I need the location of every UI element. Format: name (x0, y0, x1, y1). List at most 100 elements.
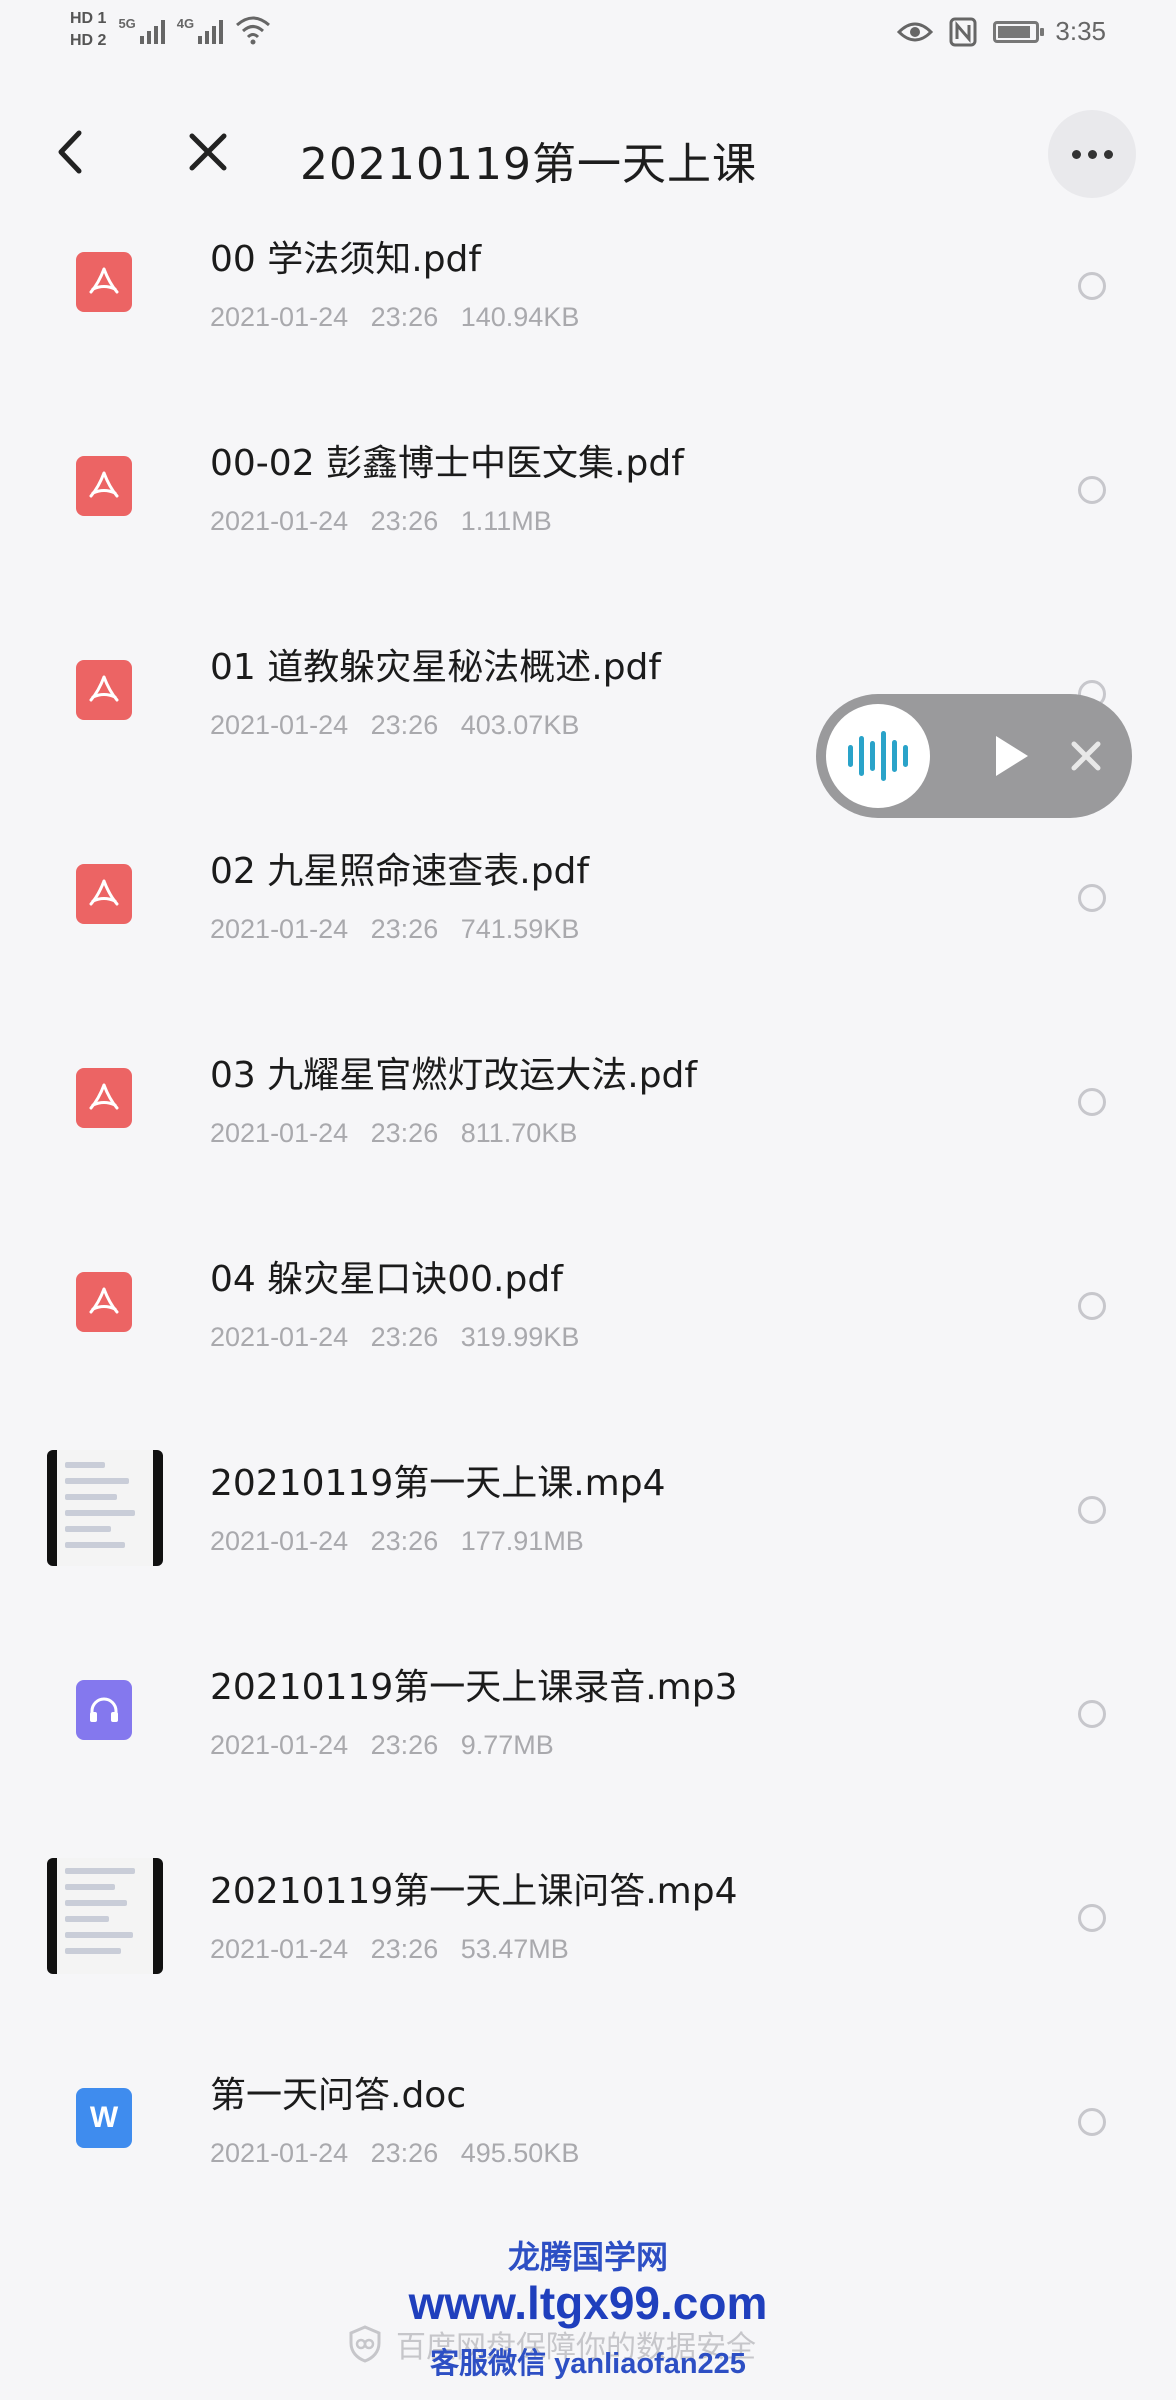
file-name: 02 九星照命速查表.pdf (210, 851, 590, 892)
video-thumbnail (47, 1858, 163, 1974)
video-thumbnail (47, 1450, 163, 1566)
file-time: 23:26 (370, 2138, 439, 2168)
file-date: 2021-01-24 (210, 506, 349, 536)
file-size: 9.77MB (460, 1730, 554, 1760)
signal-icon (139, 16, 165, 44)
file-row[interactable]: 04 躲灾星口诀00.pdf 2021-01-24 23:26 319.99KB (0, 1230, 1176, 1434)
more-dot (1103, 149, 1113, 159)
hd2-label: HD 2 (70, 32, 107, 49)
file-date: 2021-01-24 (210, 1322, 349, 1352)
file-size: 177.91MB (460, 1526, 584, 1556)
back-button[interactable] (40, 122, 100, 182)
file-time: 23:26 (370, 914, 439, 944)
close-icon[interactable] (1064, 734, 1108, 778)
select-radio[interactable] (1078, 1904, 1106, 1932)
pdf-icon (76, 660, 132, 720)
file-size: 403.07KB (460, 710, 580, 740)
clock: 3:35 (1055, 16, 1106, 46)
pdf-icon (76, 252, 132, 312)
file-row[interactable]: 03 九耀星官燃灯改运大法.pdf 2021-01-24 23:26 811.7… (0, 1026, 1176, 1230)
file-row[interactable]: 20210119第一天上课问答.mp4 2021-01-24 23:26 53.… (0, 1842, 1176, 2046)
select-radio[interactable] (1078, 884, 1106, 912)
file-size: 140.94KB (460, 302, 580, 332)
file-size: 53.47MB (460, 1934, 569, 1964)
file-date: 2021-01-24 (210, 1934, 349, 1964)
more-dot (1071, 149, 1081, 159)
chevron-left-icon (58, 130, 82, 174)
file-time: 23:26 (370, 1526, 439, 1556)
watermark-contact: 客服微信 yanliaofan225 (430, 2348, 746, 2380)
eye-icon (897, 22, 934, 41)
select-radio[interactable] (1078, 1496, 1106, 1524)
file-name: 00-02 彭鑫博士中医文集.pdf (210, 443, 684, 484)
file-size: 319.99KB (460, 1322, 580, 1352)
status-left: HD 1 HD 2 5G 4G (70, 10, 271, 50)
file-name: 04 躲灾星口诀00.pdf (210, 1259, 563, 1300)
file-meta: 2021-01-24 23:26 741.59KB (210, 914, 579, 945)
select-radio[interactable] (1078, 272, 1106, 300)
audio-wave-icon[interactable] (826, 704, 930, 808)
file-size: 1.11MB (460, 506, 552, 536)
nfc-icon (949, 17, 977, 46)
select-radio[interactable] (1078, 476, 1106, 504)
status-bar: HD 1 HD 2 5G 4G 3:35 (0, 0, 1176, 70)
file-date: 2021-01-24 (210, 914, 349, 944)
file-time: 23:26 (370, 1118, 439, 1148)
file-row[interactable]: 00-02 彭鑫博士中医文集.pdf 2021-01-24 23:26 1.11… (0, 414, 1176, 618)
close-button[interactable] (178, 122, 238, 182)
file-name: 20210119第一天上课.mp4 (210, 1463, 666, 1504)
more-button[interactable] (1048, 110, 1136, 198)
pdf-icon (76, 1068, 132, 1128)
file-name: 第一天问答.doc (210, 2075, 467, 2116)
file-time: 23:26 (370, 302, 439, 332)
hd1-label: HD 1 (70, 10, 107, 27)
file-meta: 2021-01-24 23:26 495.50KB (210, 2138, 579, 2169)
file-name: 01 道教躲灾星秘法概述.pdf (210, 647, 662, 688)
file-row[interactable]: 20210119第一天上课.mp4 2021-01-24 23:26 177.9… (0, 1434, 1176, 1638)
select-radio[interactable] (1078, 1088, 1106, 1116)
watermark-site-name: 龙腾国学网 (507, 2239, 668, 2275)
file-date: 2021-01-24 (210, 1118, 349, 1148)
file-name: 20210119第一天上课录音.mp3 (210, 1667, 738, 1708)
file-meta: 2021-01-24 23:26 9.77MB (210, 1730, 554, 1761)
file-row[interactable]: 00 学法须知.pdf 2021-01-24 23:26 140.94KB (0, 210, 1176, 414)
file-size: 811.70KB (460, 1118, 578, 1148)
file-date: 2021-01-24 (210, 2138, 349, 2168)
file-time: 23:26 (370, 506, 439, 536)
file-date: 2021-01-24 (210, 1730, 349, 1760)
watermark-url: www.ltgx99.com (408, 2277, 768, 2329)
headphones-icon (76, 1680, 132, 1740)
file-row[interactable]: 02 九星照命速查表.pdf 2021-01-24 23:26 741.59KB (0, 822, 1176, 1026)
signal-4g: 4G (177, 16, 224, 44)
battery-icon (993, 20, 1045, 43)
file-date: 2021-01-24 (210, 302, 349, 332)
word-doc-icon: W (76, 2088, 132, 2148)
pdf-icon (76, 1272, 132, 1332)
file-meta: 2021-01-24 23:26 177.91MB (210, 1526, 584, 1557)
file-date: 2021-01-24 (210, 710, 349, 740)
pdf-icon (76, 864, 132, 924)
app-header: 20210119第一天上课 (0, 100, 1176, 210)
signal-5g: 5G (118, 16, 165, 44)
file-row[interactable]: 20210119第一天上课录音.mp3 2021-01-24 23:26 9.7… (0, 1638, 1176, 1842)
floating-audio-player[interactable] (816, 694, 1132, 818)
signal-icon (198, 16, 224, 44)
file-row[interactable]: W 第一天问答.doc 2021-01-24 23:26 495.50KB (0, 2046, 1176, 2250)
file-time: 23:26 (370, 710, 439, 740)
page-title: 20210119第一天上课 (300, 139, 757, 190)
file-meta: 2021-01-24 23:26 1.11MB (210, 506, 552, 537)
play-icon[interactable] (984, 730, 1036, 782)
file-name: 00 学法须知.pdf (210, 239, 482, 280)
net1-label: 5G (118, 16, 136, 31)
select-radio[interactable] (1078, 1700, 1106, 1728)
file-meta: 2021-01-24 23:26 319.99KB (210, 1322, 579, 1353)
file-time: 23:26 (370, 1934, 439, 1964)
wifi-icon (236, 16, 271, 45)
pdf-icon (76, 456, 132, 516)
select-radio[interactable] (1078, 1292, 1106, 1320)
file-size: 741.59KB (460, 914, 580, 944)
more-dot (1087, 149, 1097, 159)
file-meta: 2021-01-24 23:26 811.70KB (210, 1118, 577, 1149)
hd-indicators: HD 1 HD 2 (70, 10, 106, 50)
select-radio[interactable] (1078, 2108, 1106, 2136)
